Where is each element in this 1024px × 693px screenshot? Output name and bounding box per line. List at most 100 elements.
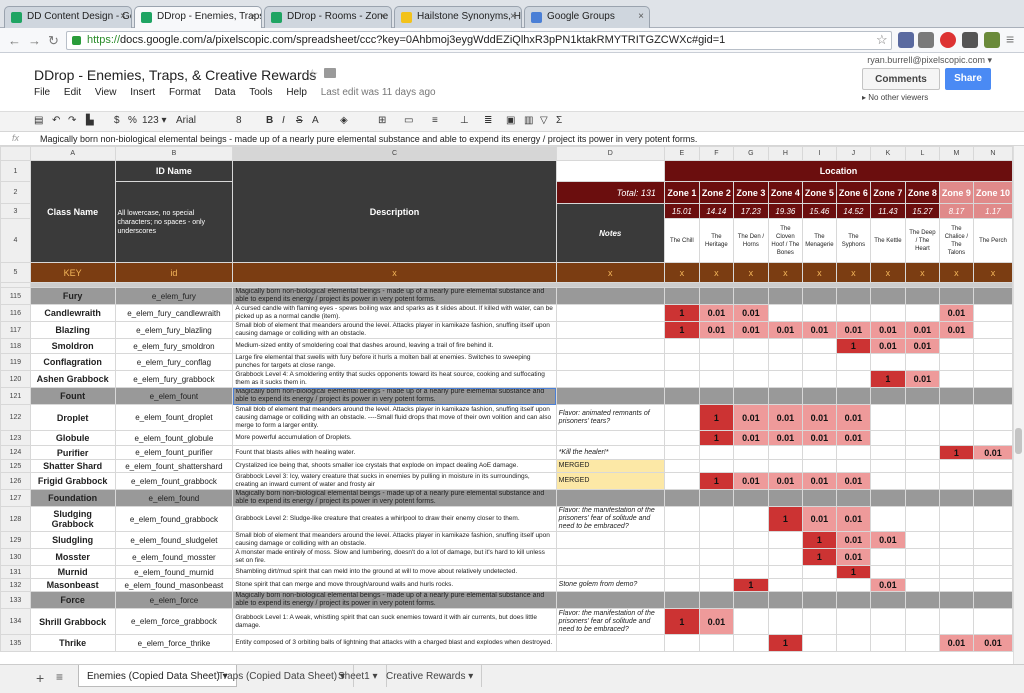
zone-spawn-cell[interactable] [904, 565, 940, 579]
enemy-id[interactable]: e_elem_fount_grabbock [114, 472, 234, 490]
functions-icon[interactable]: Σ [556, 115, 562, 126]
zone-spawn-cell[interactable] [904, 404, 940, 431]
zone-spawn-cell[interactable] [972, 531, 1013, 549]
close-icon[interactable]: × [638, 11, 644, 22]
reload-icon[interactable]: ↻ [48, 33, 59, 49]
zone-spawn-cell[interactable] [732, 353, 769, 371]
zone-spawn-cell[interactable] [904, 445, 940, 460]
zone-spawn-cell[interactable] [972, 338, 1013, 354]
zone-spawn-cell[interactable]: 0.01 [972, 634, 1013, 652]
zone-spawn-cell[interactable]: 0.01 [869, 578, 906, 592]
menu-tools[interactable]: Tools [249, 87, 272, 98]
zone-spawn-cell[interactable]: 0.01 [904, 338, 940, 354]
enemy-name[interactable]: Thrike [29, 634, 116, 652]
zone-spawn-cell[interactable]: 0.01 [835, 321, 871, 339]
zone-spawn-cell[interactable] [972, 321, 1013, 339]
enemy-description[interactable]: A monster made entirely of moss. Slow an… [232, 548, 557, 566]
enemy-note[interactable]: Flavor: the manifestation of the prisone… [555, 506, 665, 532]
category-name[interactable]: Fury [29, 287, 116, 305]
enemy-id[interactable]: e_elem_fury_smoldron [114, 338, 234, 354]
row-number[interactable]: 119 [0, 353, 31, 371]
zone-spawn-cell[interactable] [767, 608, 803, 635]
category-description[interactable]: Magically born non-biological elemental … [232, 387, 557, 405]
zone-spawn-cell[interactable] [801, 370, 837, 388]
zone-spawn-cell[interactable] [801, 459, 837, 473]
close-icon[interactable]: × [510, 11, 516, 22]
zone-spawn-cell[interactable] [972, 370, 1013, 388]
category-zone-cell[interactable] [732, 387, 769, 405]
row-number[interactable]: 133 [0, 591, 31, 609]
enemy-note[interactable]: *Kill the healer!* [555, 445, 665, 460]
close-icon[interactable]: × [250, 11, 256, 22]
zone-spawn-cell[interactable]: 0.01 [732, 321, 769, 339]
zone-spawn-cell[interactable]: 0.01 [801, 404, 837, 431]
enemy-id[interactable]: e_elem_fury_candlewraith [114, 304, 234, 322]
zone-spawn-cell[interactable]: 0.01 [732, 404, 769, 431]
star-icon[interactable]: ☆ [306, 66, 319, 83]
zone-spawn-cell[interactable] [801, 338, 837, 354]
zone-spawn-cell[interactable]: 1 [938, 445, 974, 460]
zone-spawn-cell[interactable] [972, 608, 1013, 635]
zone-spawn-cell[interactable] [869, 459, 906, 473]
zone-spawn-cell[interactable] [869, 304, 906, 322]
enemy-name[interactable]: Conflagration [29, 353, 116, 371]
row-number[interactable]: 126 [0, 472, 31, 490]
zone-spawn-cell[interactable] [663, 634, 700, 652]
enemy-description[interactable]: Grabbock Level 3: Icy, watery creature t… [232, 472, 557, 490]
zone-spawn-cell[interactable] [663, 531, 700, 549]
enemy-note[interactable]: Flavor: animated remnants of prisoners' … [555, 404, 665, 431]
zone-spawn-cell[interactable]: 0.01 [835, 548, 871, 566]
zone-spawn-cell[interactable] [938, 506, 974, 532]
zone-spawn-cell[interactable]: 0.01 [835, 531, 871, 549]
zone-spawn-cell[interactable] [904, 548, 940, 566]
enemy-note[interactable] [555, 531, 665, 549]
category-zone-cell[interactable] [904, 287, 940, 305]
close-icon[interactable]: × [120, 11, 126, 22]
zone-spawn-cell[interactable] [732, 565, 769, 579]
zone-spawn-cell[interactable] [835, 445, 871, 460]
enemy-id[interactable]: e_elem_found_grabbock [114, 506, 234, 532]
zone-spawn-cell[interactable] [869, 472, 906, 490]
zone-spawn-cell[interactable] [972, 459, 1013, 473]
borders-icon[interactable]: ⊞ [378, 115, 386, 126]
row-number[interactable]: 1 [0, 160, 31, 182]
enemy-id[interactable]: e_elem_found_mosster [114, 548, 234, 566]
spreadsheet-grid[interactable]: A B C D E F G H I J K L M N 1 Class Name ID Name Descript… [0, 146, 1013, 664]
enemy-note[interactable] [555, 634, 665, 652]
zone-spawn-cell[interactable] [869, 506, 906, 532]
zone-spawn-cell[interactable] [938, 338, 974, 354]
zone-spawn-cell[interactable]: 1 [698, 430, 734, 446]
enemy-name[interactable]: Droplet [29, 404, 116, 431]
row-number[interactable]: 5 [0, 262, 31, 283]
zone-spawn-cell[interactable]: 0.01 [938, 321, 974, 339]
enemy-id[interactable]: e_elem_fount_droplet [114, 404, 234, 431]
zone-spawn-cell[interactable]: 0.01 [732, 304, 769, 322]
category-zone-cell[interactable] [972, 387, 1013, 405]
enemy-description[interactable]: Large fire elemental that swells with fu… [232, 353, 557, 371]
zone-spawn-cell[interactable] [767, 459, 803, 473]
category-id[interactable]: e_elem_found [114, 489, 234, 507]
zone-spawn-cell[interactable] [972, 565, 1013, 579]
column-header[interactable]: D [555, 146, 665, 161]
zone-spawn-cell[interactable] [767, 578, 803, 592]
add-sheet-icon[interactable]: + [36, 670, 44, 686]
zone-spawn-cell[interactable]: 1 [698, 404, 734, 431]
undo-icon[interactable]: ↶ [52, 115, 60, 126]
enemy-id[interactable]: e_elem_found_murnid [114, 565, 234, 579]
enemy-id[interactable]: e_elem_fury_blazling [114, 321, 234, 339]
enemy-note[interactable] [555, 548, 665, 566]
column-header[interactable]: J [835, 146, 871, 161]
enemy-name[interactable]: Shatter Shard [29, 459, 116, 473]
zone-spawn-cell[interactable] [904, 578, 940, 592]
strikethrough-icon[interactable]: S [296, 115, 303, 126]
zone-spawn-cell[interactable] [835, 370, 871, 388]
font-size-select[interactable]: 8 [236, 115, 242, 126]
zone-spawn-cell[interactable] [835, 304, 871, 322]
enemy-name[interactable]: Murnid [29, 565, 116, 579]
column-header[interactable]: M [938, 146, 974, 161]
zone-spawn-cell[interactable] [767, 304, 803, 322]
zone-spawn-cell[interactable] [972, 506, 1013, 532]
column-header[interactable]: B [114, 146, 234, 161]
row-number[interactable]: 127 [0, 489, 31, 507]
zone-spawn-cell[interactable]: 0.01 [801, 321, 837, 339]
